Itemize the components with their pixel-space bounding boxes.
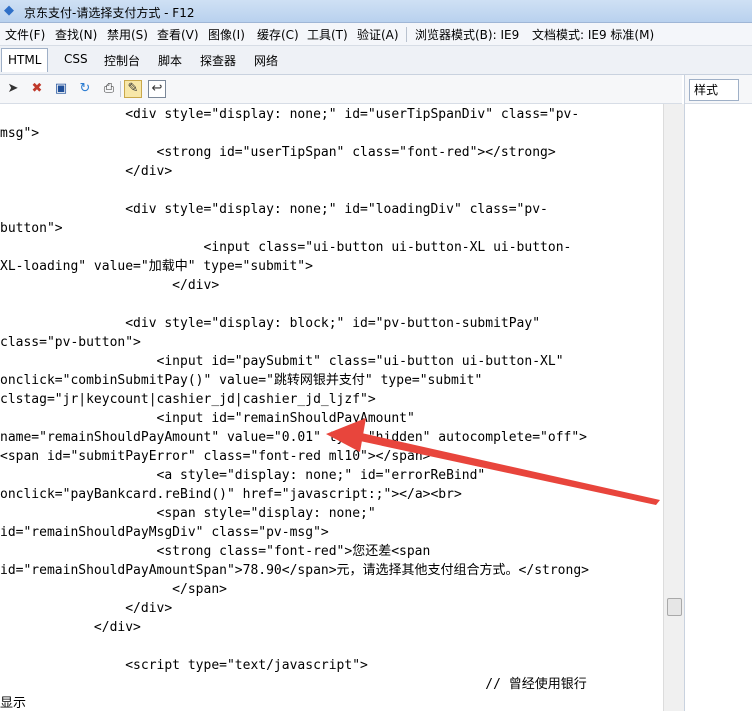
tab-css[interactable]: CSS [64, 52, 88, 66]
code-line: clstag="jr|keycount|cashier_jd|cashier_j… [0, 392, 376, 407]
menu-disable[interactable]: 禁用(S) [106, 26, 149, 43]
styles-panel: 样式 [684, 75, 752, 712]
code-line: <span style="display: none;" [0, 506, 376, 521]
menu-images[interactable]: 图像(I) [207, 26, 246, 43]
code-line: class="pv-button"> [0, 335, 141, 350]
code-line: </span> [0, 582, 227, 597]
tab-network[interactable]: 网络 [254, 52, 278, 69]
code-line: <input id="paySubmit" class="ui-button u… [0, 354, 564, 369]
code-line: <input class="ui-button ui-button-XL ui-… [0, 240, 572, 255]
title-bar: ◆ 京东支付-请选择支付方式 - F12 [0, 0, 752, 23]
tab-console[interactable]: 控制台 [104, 52, 140, 69]
code-line: id="remainShouldPayMsgDiv" class="pv-msg… [0, 525, 329, 540]
tab-script[interactable]: 脚本 [158, 52, 182, 69]
word-wrap-icon[interactable]: ↩ [148, 80, 166, 98]
code-line: <div style="display: block;" id="pv-butt… [0, 316, 541, 331]
html-source-view[interactable]: <div style="display: none;" id="userTipS… [0, 104, 662, 711]
save-icon[interactable]: ▣ [52, 80, 70, 98]
scrollbar-thumb[interactable] [667, 598, 682, 616]
document-mode-menu[interactable]: 文档模式: IE9 标准(M) [531, 26, 655, 43]
code-line: <a style="display: none;" id="errorReBin… [0, 468, 486, 483]
styles-pane-body [685, 103, 752, 712]
code-line: // 曾经使用银行 [0, 677, 587, 692]
view-source-icon[interactable]: ⎙ [100, 80, 118, 98]
code-line: button"> [0, 221, 63, 236]
code-line: <input id="remainShouldPayAmount" [0, 411, 415, 426]
clear-icon[interactable]: ✖ [28, 80, 46, 98]
code-line: </div> [0, 620, 141, 635]
code-line: name="remainShouldPayAmount" value="0.01… [0, 430, 587, 445]
browser-mode-menu[interactable]: 浏览器模式(B): IE9 [414, 26, 520, 43]
styles-tab[interactable]: 样式 [689, 79, 739, 101]
tab-html[interactable]: HTML [1, 48, 49, 72]
menu-separator [406, 27, 407, 42]
refresh-icon[interactable]: ↻ [76, 80, 94, 98]
vertical-scrollbar[interactable] [663, 104, 684, 711]
toolbar-separator [120, 81, 121, 97]
html-toolbar: ➤ ✖ ▣ ↻ ⎙ ✎ ↩ [0, 75, 682, 104]
code-line: <div style="display: none;" id="loadingD… [0, 202, 548, 217]
menu-find[interactable]: 查找(N) [54, 26, 98, 43]
code-line: <span id="submitPayError" class="font-re… [0, 449, 431, 464]
code-line: <script type="text/javascript"> [0, 658, 368, 673]
tab-profiler[interactable]: 探查器 [200, 52, 236, 69]
menu-tools[interactable]: 工具(T) [306, 26, 349, 43]
code-line: </div> [0, 164, 173, 179]
code-line: onclick="combinSubmitPay()" value="跳转网银并… [0, 373, 483, 388]
window-title: 京东支付-请选择支付方式 - F12 [24, 6, 195, 20]
edit-icon[interactable]: ✎ [124, 80, 142, 98]
code-line: onclick="payBankcard.reBind()" href="jav… [0, 487, 462, 502]
menu-file[interactable]: 文件(F) [4, 26, 46, 43]
menu-validate[interactable]: 验证(A) [356, 26, 400, 43]
code-line: 显示 [0, 696, 27, 711]
tab-bar: HTML CSS 控制台 脚本 探查器 网络 [0, 46, 752, 75]
menu-cache[interactable]: 缓存(C) [256, 26, 300, 43]
code-line: XL-loading" value="加载中" type="submit"> [0, 259, 313, 274]
code-line: </div> [0, 601, 173, 616]
devtools-app-icon: ◆ [4, 3, 14, 18]
menu-bar: 文件(F) 查找(N) 禁用(S) 查看(V) 图像(I) 缓存(C) 工具(T… [0, 23, 752, 46]
code-line: <strong class="font-red">您还差<span [0, 544, 431, 559]
code-line: id="remainShouldPayAmountSpan">78.90</sp… [0, 563, 589, 578]
code-line: msg"> [0, 126, 40, 141]
code-line: <strong id="userTipSpan" class="font-red… [0, 145, 556, 160]
select-element-icon[interactable]: ➤ [4, 80, 22, 98]
menu-view[interactable]: 查看(V) [156, 26, 200, 43]
code-line: <div style="display: none;" id="userTipS… [0, 107, 580, 122]
code-line: </div> [0, 278, 220, 293]
